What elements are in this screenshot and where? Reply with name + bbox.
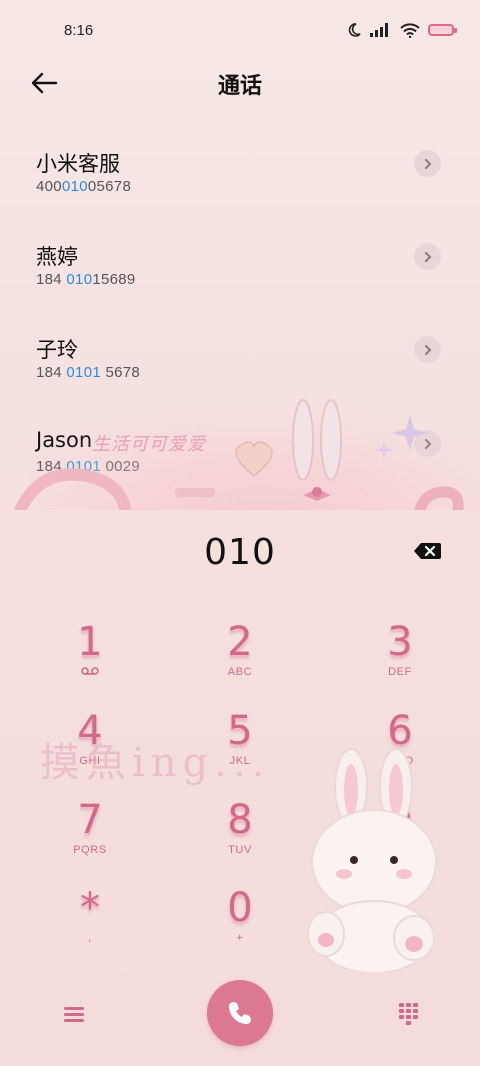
key-letters: DEF — [388, 666, 412, 678]
bottom-bar — [0, 976, 480, 1066]
chevron-right-icon — [424, 251, 431, 262]
dialpad-toggle-button[interactable] — [392, 998, 424, 1030]
key-letters: WXYZ — [382, 844, 418, 856]
key-letters: GHI — [79, 755, 101, 767]
wifi-icon — [400, 22, 420, 38]
key-letters: MNO — [386, 755, 414, 767]
number-suffix: 15689 — [92, 271, 136, 288]
contact-item[interactable]: 燕婷 184 01015689 — [0, 223, 480, 303]
status-time: 8:16 — [64, 22, 94, 39]
contact-detail-button[interactable] — [414, 430, 441, 457]
key-digit: 9 — [387, 797, 413, 843]
key-digit: 1 — [77, 619, 103, 665]
menu-icon — [64, 1007, 84, 1022]
contact-name: 子玲 — [36, 338, 78, 362]
contact-detail-button[interactable] — [414, 336, 441, 363]
status-icons — [346, 22, 457, 38]
number-prefix: 184 — [36, 364, 67, 381]
key-letters: ABC — [227, 666, 253, 678]
number-prefix: 184 — [36, 458, 67, 475]
contact-name: 燕婷 — [36, 245, 78, 269]
voicemail-icon — [15, 666, 165, 679]
key-digit: 8 — [227, 797, 253, 843]
contact-number: 184 0101 5678 — [36, 364, 140, 381]
header: 通话 — [0, 60, 480, 110]
key-digit: 6 — [387, 708, 413, 754]
key-6[interactable]: 6 MNO — [325, 709, 475, 797]
key-digit: * — [80, 885, 100, 931]
backspace-button[interactable] — [412, 540, 442, 566]
number-match: 010 — [61, 178, 88, 195]
key-letters: , — [88, 932, 92, 944]
signal-icon — [370, 23, 388, 37]
number-suffix: 5678 — [100, 364, 141, 381]
key-digit: # — [390, 895, 410, 920]
chevron-right-icon — [424, 344, 431, 355]
number-match: 0101 — [66, 458, 101, 475]
contact-item[interactable]: 小米客服 40001005678 — [0, 130, 480, 210]
contact-detail-button[interactable] — [414, 243, 441, 270]
key-3[interactable]: 3 DEF — [325, 620, 475, 708]
backspace-icon — [414, 543, 441, 559]
contact-number: 184 0101 0029 — [36, 458, 140, 475]
contact-number: 184 01015689 — [36, 271, 136, 288]
dialpad-icon — [399, 1003, 418, 1025]
contact-number: 40001005678 — [36, 178, 131, 195]
number-match: 0101 — [66, 364, 101, 381]
phone-screen: 8:16 通话 小米客服 40001005678 燕婷 184 01015689… — [0, 0, 480, 1066]
key-letters: + — [236, 932, 244, 944]
moon-icon — [348, 23, 361, 37]
key-digit: 0 — [227, 885, 253, 931]
key-digit: 3 — [387, 619, 413, 665]
phone-icon — [229, 1002, 251, 1024]
number-suffix: 0029 — [100, 458, 141, 475]
key-letters: JKL — [229, 755, 251, 767]
number-match: 010 — [66, 271, 93, 288]
key-7[interactable]: 7 PQRS — [15, 798, 165, 886]
call-button[interactable] — [207, 980, 273, 1046]
dial-display: 010 — [16, 510, 464, 596]
page-title: 通话 — [217, 74, 262, 99]
battery-icon — [428, 24, 457, 36]
key-4[interactable]: 4 GHI — [15, 709, 165, 797]
key-5[interactable]: 5 JKL — [165, 709, 315, 797]
number-prefix: 400 — [36, 178, 62, 195]
status-bar: 8:16 — [0, 0, 480, 60]
menu-button[interactable] — [58, 998, 90, 1030]
key-letters: TUV — [228, 844, 252, 856]
key-9[interactable]: 9 WXYZ — [325, 798, 475, 886]
number-suffix: 05678 — [87, 178, 132, 195]
key-8[interactable]: 8 TUV — [165, 798, 315, 886]
key-digit: 7 — [77, 797, 103, 843]
key-star[interactable]: * , — [15, 886, 165, 974]
chevron-right-icon — [424, 438, 431, 449]
key-0[interactable]: 0 + — [165, 886, 315, 974]
key-digit: 2 — [227, 619, 253, 665]
contact-detail-button[interactable] — [414, 150, 441, 177]
key-digit: 5 — [227, 708, 253, 754]
chevron-right-icon — [424, 158, 431, 169]
contact-name: 小米客服 — [36, 152, 120, 176]
number-prefix: 184 — [36, 271, 67, 288]
contact-item[interactable]: Jason 184 0101 0029 — [0, 410, 480, 490]
key-hash[interactable]: # — [325, 886, 475, 974]
contact-item[interactable]: 子玲 184 0101 5678 — [0, 316, 480, 396]
key-digit: 4 — [77, 708, 103, 754]
key-1[interactable]: 1 — [15, 620, 165, 708]
contact-name: Jason — [36, 428, 93, 452]
key-letters: PQRS — [73, 844, 107, 856]
key-2[interactable]: 2 ABC — [165, 620, 315, 708]
dial-input[interactable]: 010 — [16, 532, 464, 573]
